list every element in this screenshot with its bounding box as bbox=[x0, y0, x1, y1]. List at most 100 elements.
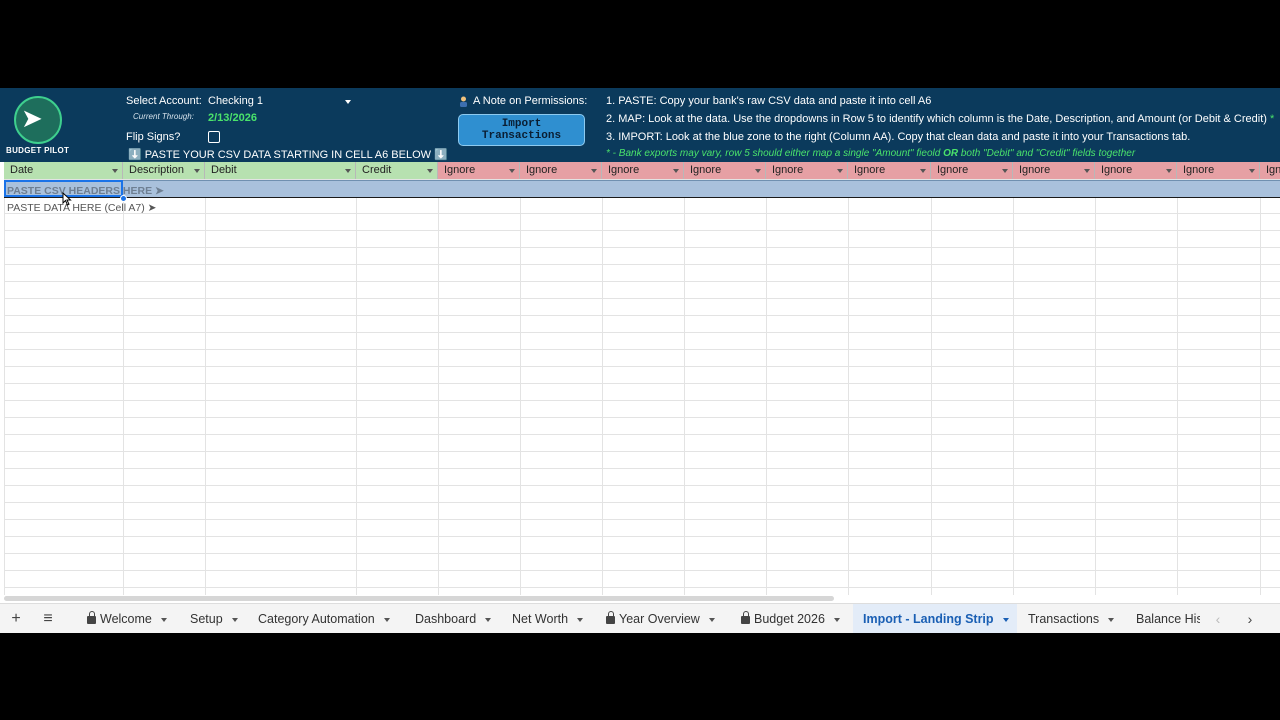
grid-line bbox=[520, 179, 521, 595]
map-dropdown-m[interactable]: Ignore bbox=[1095, 162, 1177, 179]
tab-label: Setup bbox=[190, 612, 223, 626]
tab-net-worth[interactable]: Net Worth bbox=[512, 604, 584, 633]
map-label: Credit bbox=[362, 164, 392, 176]
person-icon bbox=[460, 96, 467, 107]
tab-welcome[interactable]: Welcome bbox=[87, 604, 167, 633]
tab-label: Year Overview bbox=[619, 612, 700, 626]
grid-line bbox=[123, 179, 124, 595]
map-dropdown-i[interactable]: Ignore bbox=[766, 162, 848, 179]
map-label: Ignore bbox=[937, 164, 969, 176]
chevron-down-icon bbox=[833, 617, 840, 622]
map-dropdown-o[interactable]: Ign bbox=[1260, 162, 1280, 179]
map-dropdown-e[interactable]: Ignore bbox=[438, 162, 520, 179]
chevron-down-icon bbox=[194, 169, 200, 173]
flip-signs-checkbox[interactable] bbox=[208, 131, 220, 143]
bank-export-note: * - Bank exports may vary, row 5 should … bbox=[606, 148, 1135, 159]
map-label: Ignore bbox=[1183, 164, 1215, 176]
map-label: Ignore bbox=[772, 164, 804, 176]
tab-year-overview[interactable]: Year Overview bbox=[606, 604, 715, 633]
scroll-tabs-right-icon[interactable]: › bbox=[1240, 604, 1260, 633]
chevron-down-icon bbox=[837, 169, 843, 173]
map-dropdown-g[interactable]: Ignore bbox=[602, 162, 684, 179]
map-dropdown-b[interactable]: Description bbox=[123, 162, 205, 179]
instruction-import: 3. IMPORT: Look at the blue zone to the … bbox=[606, 131, 1191, 143]
map-label: Ignore bbox=[526, 164, 558, 176]
chevron-down-icon bbox=[1084, 169, 1090, 173]
map-dropdown-a[interactable]: Date bbox=[4, 162, 123, 179]
tab-transactions[interactable]: Transactions bbox=[1028, 604, 1115, 633]
grid-line bbox=[931, 179, 932, 595]
sheet-tab-bar: + ≡ Welcome Setup Category Automation Da… bbox=[0, 603, 1280, 633]
horizontal-scrollbar[interactable] bbox=[4, 596, 834, 601]
map-label: Description bbox=[129, 164, 185, 176]
paper-plane-icon: ➤ bbox=[21, 104, 43, 134]
map-dropdown-d[interactable]: Credit bbox=[356, 162, 438, 179]
fill-handle[interactable] bbox=[120, 195, 127, 202]
tab-label: Budget 2026 bbox=[754, 612, 825, 626]
grid-line bbox=[1177, 179, 1178, 595]
all-sheets-button[interactable]: ≡ bbox=[36, 604, 60, 633]
tab-label: Category Automation bbox=[258, 612, 375, 626]
note-prefix: * - Bank exports may vary, row 5 should … bbox=[606, 148, 944, 159]
current-through-label: Current Through: bbox=[133, 112, 194, 121]
map-label: Date bbox=[10, 164, 34, 176]
budget-pilot-logo: ➤ BUDGET PILOT bbox=[6, 96, 72, 158]
tab-category-automation[interactable]: Category Automation bbox=[258, 604, 390, 633]
grid-line bbox=[766, 179, 767, 595]
grid-line bbox=[848, 179, 849, 595]
chevron-down-icon bbox=[1002, 617, 1009, 622]
current-through-date: 2/13/2026 bbox=[208, 112, 257, 124]
add-sheet-button[interactable]: + bbox=[4, 604, 28, 633]
chevron-down-icon bbox=[1108, 617, 1115, 622]
headers-row[interactable] bbox=[4, 180, 1280, 198]
map-dropdown-c[interactable]: Debit bbox=[205, 162, 356, 179]
map-dropdown-f[interactable]: Ignore bbox=[520, 162, 602, 179]
grid-line bbox=[1260, 179, 1261, 595]
map-label: Ignore bbox=[690, 164, 722, 176]
chevron-down-icon bbox=[591, 169, 597, 173]
map-dropdown-l[interactable]: Ignore bbox=[1013, 162, 1095, 179]
paste-banner: ⬇️ PASTE YOUR CSV DATA STARTING IN CELL … bbox=[128, 149, 448, 161]
account-dropdown[interactable]: Checking 1 bbox=[208, 95, 354, 109]
logo-text: BUDGET PILOT bbox=[6, 146, 70, 155]
map-dropdown-n[interactable]: Ignore bbox=[1177, 162, 1260, 179]
map-dropdown-j[interactable]: Ignore bbox=[848, 162, 931, 179]
cell-a7[interactable]: PASTE DATA HERE (Cell A7) ➤ bbox=[7, 202, 156, 214]
chevron-down-icon bbox=[112, 169, 118, 173]
instruction-paste: 1. PASTE: Copy your bank's raw CSV data … bbox=[606, 95, 932, 107]
tab-label: Import - Landing Strip bbox=[863, 612, 994, 626]
chevron-down-icon bbox=[1249, 169, 1255, 173]
import-transactions-button[interactable]: Import Transactions bbox=[458, 114, 585, 146]
map-dropdown-k[interactable]: Ignore bbox=[931, 162, 1013, 179]
tab-balance-history[interactable]: Balance His bbox=[1136, 604, 1200, 633]
map-dropdown-h[interactable]: Ignore bbox=[684, 162, 766, 179]
tab-label: Balance His bbox=[1136, 612, 1200, 626]
permissions-note-label[interactable]: A Note on Permissions: bbox=[473, 95, 587, 107]
note-or: OR bbox=[943, 148, 959, 159]
chevron-down-icon bbox=[345, 100, 351, 104]
grid-line bbox=[602, 179, 603, 595]
map-label: Ignore bbox=[608, 164, 640, 176]
chevron-down-icon bbox=[427, 169, 433, 173]
chevron-down-icon bbox=[345, 169, 351, 173]
map-label: Ignore bbox=[1019, 164, 1051, 176]
mouse-pointer-icon bbox=[62, 192, 72, 206]
grid-line bbox=[356, 179, 357, 595]
grid-line bbox=[4, 179, 5, 595]
tab-dashboard[interactable]: Dashboard bbox=[415, 604, 492, 633]
instruction-map-asterisk: * bbox=[1270, 113, 1275, 125]
tab-budget-2026[interactable]: Budget 2026 bbox=[741, 604, 840, 633]
tab-import-landing-strip[interactable]: Import - Landing Strip bbox=[853, 604, 1017, 633]
cell-grid[interactable] bbox=[4, 179, 1280, 595]
grid-line bbox=[684, 179, 685, 595]
map-label: Ignore bbox=[854, 164, 886, 176]
chevron-down-icon bbox=[509, 169, 515, 173]
map-label: Ignore bbox=[1101, 164, 1133, 176]
spreadsheet-app: ➤ BUDGET PILOT Select Account: Checking … bbox=[0, 88, 1280, 633]
import-header-panel: ➤ BUDGET PILOT Select Account: Checking … bbox=[0, 88, 1280, 162]
grid-line bbox=[1095, 179, 1096, 595]
chevron-down-icon bbox=[577, 617, 584, 622]
chevron-down-icon bbox=[708, 617, 715, 622]
scroll-tabs-left-icon[interactable]: ‹ bbox=[1208, 604, 1228, 633]
tab-setup[interactable]: Setup bbox=[190, 604, 238, 633]
